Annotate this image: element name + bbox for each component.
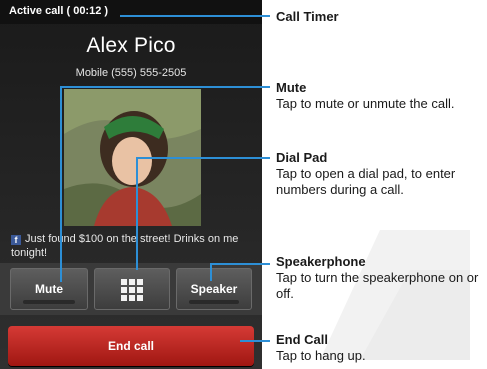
callout-line-speaker-v bbox=[210, 263, 212, 281]
annotation-call-timer-title: Call Timer bbox=[276, 9, 339, 24]
end-call-button[interactable]: End call bbox=[8, 326, 254, 366]
annotation-dial-pad: Dial Pad Tap to open a dial pad, to ente… bbox=[276, 150, 486, 198]
callout-line-timer bbox=[120, 15, 270, 17]
contact-number: Mobile (555) 555-2505 bbox=[75, 67, 187, 79]
speaker-indicator bbox=[189, 300, 239, 304]
annotation-dial-pad-title: Dial Pad bbox=[276, 150, 328, 165]
call-controls-bar: Mute Speaker bbox=[0, 263, 262, 315]
annotation-call-timer: Call Timer bbox=[276, 9, 486, 25]
callout-line-dialpad-h bbox=[136, 157, 270, 159]
mute-indicator bbox=[23, 300, 75, 304]
speaker-label: Speaker bbox=[190, 282, 238, 296]
mute-button[interactable]: Mute bbox=[10, 268, 88, 310]
callout-line-mute-h bbox=[60, 86, 270, 88]
speaker-button[interactable]: Speaker bbox=[176, 268, 252, 310]
callout-line-endcall bbox=[240, 340, 270, 342]
annotation-end-call: End Call Tap to hang up. bbox=[276, 332, 486, 364]
end-call-label: End call bbox=[107, 339, 154, 353]
annotation-speakerphone: Speakerphone Tap to turn the speakerphon… bbox=[276, 254, 486, 302]
annotation-mute-desc: Tap to mute or unmute the call. bbox=[276, 96, 455, 111]
annotation-mute: Mute Tap to mute or unmute the call. bbox=[276, 80, 486, 112]
callout-line-mute-v bbox=[60, 86, 62, 282]
phone-screen: Active call ( 00:12 ) Alex Pico Mobile (… bbox=[0, 0, 262, 369]
mute-label: Mute bbox=[35, 282, 63, 296]
dialpad-grid-icon bbox=[121, 279, 143, 301]
facebook-icon: f bbox=[11, 235, 21, 245]
call-timer: Active call ( 00:12 ) bbox=[9, 5, 109, 17]
annotation-speakerphone-desc: Tap to turn the speakerphone on or off. bbox=[276, 270, 479, 301]
contact-name: Alex Pico bbox=[86, 34, 176, 57]
annotation-end-call-desc: Tap to hang up. bbox=[276, 348, 366, 363]
callout-line-dialpad-v bbox=[136, 157, 138, 270]
annotation-dial-pad-desc: Tap to open a dial pad, to enter numbers… bbox=[276, 166, 456, 197]
status-update-text: Just found $100 on the street! Drinks on… bbox=[11, 233, 239, 259]
status-update: f Just found $100 on the street! Drinks o… bbox=[11, 232, 251, 260]
annotation-mute-title: Mute bbox=[276, 80, 307, 95]
annotation-speakerphone-title: Speakerphone bbox=[276, 254, 366, 269]
dialpad-button[interactable] bbox=[94, 268, 170, 310]
annotation-end-call-title: End Call bbox=[276, 332, 329, 347]
callout-line-speaker-h bbox=[210, 263, 270, 265]
